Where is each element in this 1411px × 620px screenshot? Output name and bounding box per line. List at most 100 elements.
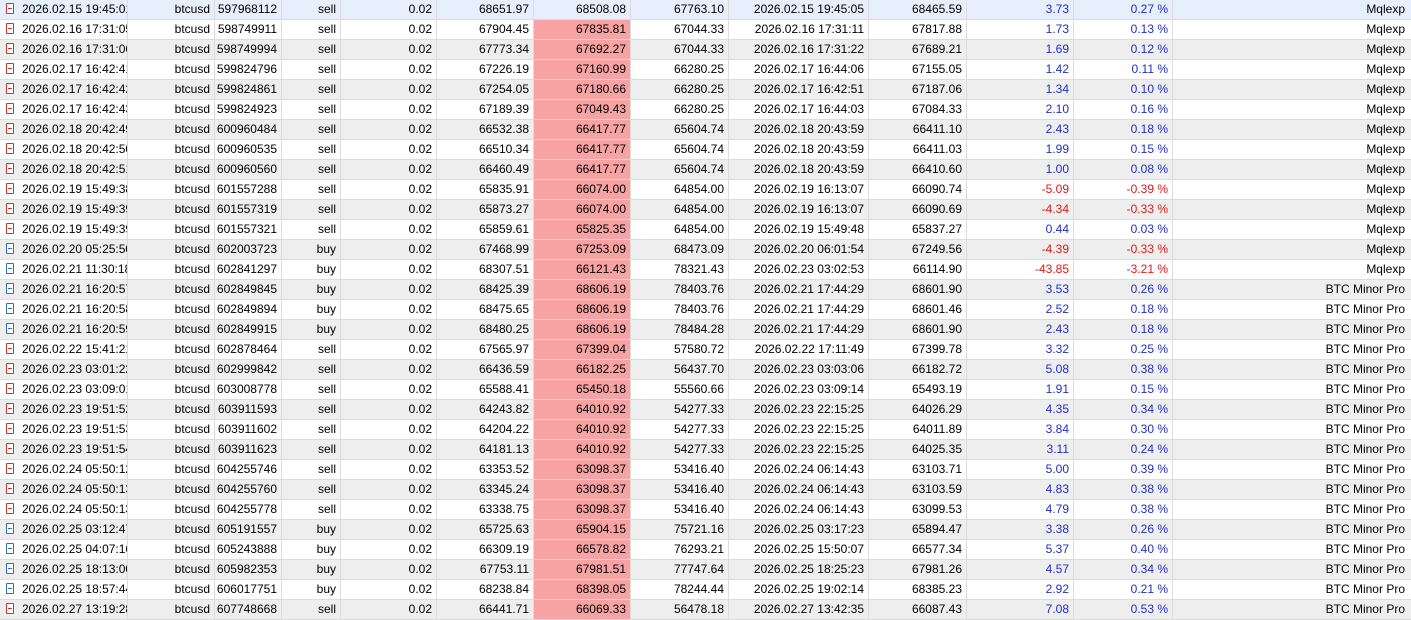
- volume-cell: 0.02: [341, 340, 437, 359]
- table-row[interactable]: 2026.02.21 16:20:59 btcusd 602849915 buy…: [0, 320, 1411, 340]
- comment-cell: Mqlexp: [1366, 222, 1405, 236]
- buy-order-icon: [6, 283, 14, 294]
- buy-order-icon: [6, 523, 14, 534]
- open-time-cell: 2026.02.17 16:42:41: [0, 60, 128, 79]
- table-row[interactable]: 2026.02.25 18:57:44 btcusd 606017751 buy…: [0, 580, 1411, 600]
- table-row[interactable]: 2026.02.24 05:50:12 btcusd 604255746 sel…: [0, 460, 1411, 480]
- open-time: 2026.02.23 19:51:54: [22, 442, 128, 456]
- close-price-cell: 67399.78: [869, 340, 967, 359]
- ticket-cell: 599824923: [215, 100, 282, 119]
- table-row[interactable]: 2026.02.21 11:30:18 btcusd 602841297 buy…: [0, 260, 1411, 280]
- take-profit-cell: 78484.28: [631, 320, 729, 339]
- table-row[interactable]: 2026.02.20 05:25:50 btcusd 602003723 buy…: [0, 240, 1411, 260]
- table-row[interactable]: 2026.02.18 20:42:50 btcusd 600960535 sel…: [0, 140, 1411, 160]
- profit-cell: 1.99: [967, 140, 1074, 159]
- ticket-cell: 598749911: [215, 20, 282, 39]
- table-row[interactable]: 2026.02.24 05:50:13 btcusd 604255760 sel…: [0, 480, 1411, 500]
- table-row[interactable]: 2026.02.18 20:42:51 btcusd 600960560 sel…: [0, 160, 1411, 180]
- profit-cell: 4.79: [967, 500, 1074, 519]
- profit-percent-cell: 0.26 %: [1074, 280, 1173, 299]
- symbol-cell: btcusd: [128, 600, 215, 619]
- table-row[interactable]: 2026.02.27 13:19:28 btcusd 607748668 sel…: [0, 600, 1411, 620]
- profit-percent-cell: 0.21 %: [1074, 580, 1173, 599]
- table-row[interactable]: 2026.02.17 16:42:41 btcusd 599824796 sel…: [0, 60, 1411, 80]
- stop-loss-cell: 67399.04: [534, 340, 631, 359]
- table-row[interactable]: 2026.02.16 17:31:05 btcusd 598749911 sel…: [0, 20, 1411, 40]
- sell-order-icon: [6, 463, 14, 474]
- take-profit-cell: 64854.00: [631, 200, 729, 219]
- close-price-cell: 64026.29: [869, 400, 967, 419]
- symbol-cell: btcusd: [128, 340, 215, 359]
- table-row[interactable]: 2026.02.23 03:09:01 btcusd 603008778 sel…: [0, 380, 1411, 400]
- take-profit-cell: 54277.33: [631, 440, 729, 459]
- type-cell: sell: [282, 60, 341, 79]
- close-time-cell: 2026.02.20 06:01:54: [729, 240, 869, 259]
- table-row[interactable]: 2026.02.25 18:13:00 btcusd 605982353 buy…: [0, 560, 1411, 580]
- type-cell: sell: [282, 340, 341, 359]
- table-row[interactable]: 2026.02.15 19:45:01 btcusd 597968112 sel…: [0, 0, 1411, 20]
- open-time-cell: 2026.02.15 19:45:01: [0, 0, 128, 19]
- table-row[interactable]: 2026.02.23 19:51:53 btcusd 603911602 sel…: [0, 420, 1411, 440]
- table-row[interactable]: 2026.02.23 03:01:22 btcusd 602999842 sel…: [0, 360, 1411, 380]
- symbol-cell: btcusd: [128, 100, 215, 119]
- table-row[interactable]: 2026.02.19 15:49:38 btcusd 601557288 sel…: [0, 180, 1411, 200]
- profit-cell: 4.83: [967, 480, 1074, 499]
- close-time-cell: 2026.02.24 06:14:43: [729, 500, 869, 519]
- ticket-cell: 602849845: [215, 280, 282, 299]
- close-time-cell: 2026.02.23 22:15:25: [729, 440, 869, 459]
- table-row[interactable]: 2026.02.19 15:49:39 btcusd 601557321 sel…: [0, 220, 1411, 240]
- open-time-cell: 2026.02.24 05:50:13: [0, 500, 128, 519]
- profit-cell: 5.00: [967, 460, 1074, 479]
- table-row[interactable]: 2026.02.21 16:20:57 btcusd 602849845 buy…: [0, 280, 1411, 300]
- volume-cell: 0.02: [341, 440, 437, 459]
- ticket-cell: 604255778: [215, 500, 282, 519]
- ticket-cell: 602849894: [215, 300, 282, 319]
- type-cell: sell: [282, 380, 341, 399]
- close-price-cell: 66411.03: [869, 140, 967, 159]
- stop-loss-cell: 65450.18: [534, 380, 631, 399]
- table-row[interactable]: 2026.02.23 19:51:54 btcusd 603911623 sel…: [0, 440, 1411, 460]
- stop-loss-cell: 66417.77: [534, 160, 631, 179]
- table-row[interactable]: 2026.02.16 17:31:06 btcusd 598749994 sel…: [0, 40, 1411, 60]
- volume-cell: 0.02: [341, 580, 437, 599]
- symbol-cell: btcusd: [128, 480, 215, 499]
- ticket-cell: 600960535: [215, 140, 282, 159]
- close-time-cell: 2026.02.27 13:42:35: [729, 600, 869, 619]
- sell-order-icon: [6, 503, 14, 514]
- close-time-cell: 2026.02.19 15:49:48: [729, 220, 869, 239]
- table-row[interactable]: 2026.02.22 15:41:21 btcusd 602878464 sel…: [0, 340, 1411, 360]
- volume-cell: 0.02: [341, 60, 437, 79]
- table-row[interactable]: 2026.02.25 03:12:47 btcusd 605191557 buy…: [0, 520, 1411, 540]
- open-price-cell: 65588.41: [437, 380, 534, 399]
- table-row[interactable]: 2026.02.19 15:49:39 btcusd 601557319 sel…: [0, 200, 1411, 220]
- close-time-cell: 2026.02.15 19:45:05: [729, 0, 869, 19]
- profit-cell: 3.53: [967, 280, 1074, 299]
- close-price-cell: 63099.53: [869, 500, 967, 519]
- table-row[interactable]: 2026.02.17 16:42:42 btcusd 599824861 sel…: [0, 80, 1411, 100]
- table-row[interactable]: 2026.02.18 20:42:49 btcusd 600960484 sel…: [0, 120, 1411, 140]
- profit-cell: 3.73: [967, 0, 1074, 19]
- close-price-cell: 67817.88: [869, 20, 967, 39]
- close-time-cell: 2026.02.18 20:43:59: [729, 120, 869, 139]
- open-time: 2026.02.23 03:01:22: [22, 362, 128, 376]
- table-row[interactable]: 2026.02.25 04:07:16 btcusd 605243888 buy…: [0, 540, 1411, 560]
- stop-loss-cell: 66121.43: [534, 260, 631, 279]
- profit-cell: -4.34: [967, 200, 1074, 219]
- close-price-cell: 68601.46: [869, 300, 967, 319]
- ticket-cell: 599824861: [215, 80, 282, 99]
- profit-percent-cell: 0.08 %: [1074, 160, 1173, 179]
- open-time: 2026.02.24 05:50:13: [22, 502, 128, 516]
- table-row[interactable]: 2026.02.24 05:50:13 btcusd 604255778 sel…: [0, 500, 1411, 520]
- open-price-cell: 66532.38: [437, 120, 534, 139]
- table-row[interactable]: 2026.02.17 16:42:43 btcusd 599824923 sel…: [0, 100, 1411, 120]
- type-cell: buy: [282, 560, 341, 579]
- symbol-cell: btcusd: [128, 240, 215, 259]
- table-row[interactable]: 2026.02.23 19:51:52 btcusd 603911593 sel…: [0, 400, 1411, 420]
- take-profit-cell: 64854.00: [631, 220, 729, 239]
- profit-cell: 0.44: [967, 220, 1074, 239]
- symbol-cell: btcusd: [128, 280, 215, 299]
- volume-cell: 0.02: [341, 520, 437, 539]
- table-row[interactable]: 2026.02.21 16:20:58 btcusd 602849894 buy…: [0, 300, 1411, 320]
- volume-cell: 0.02: [341, 280, 437, 299]
- open-price-cell: 65835.91: [437, 180, 534, 199]
